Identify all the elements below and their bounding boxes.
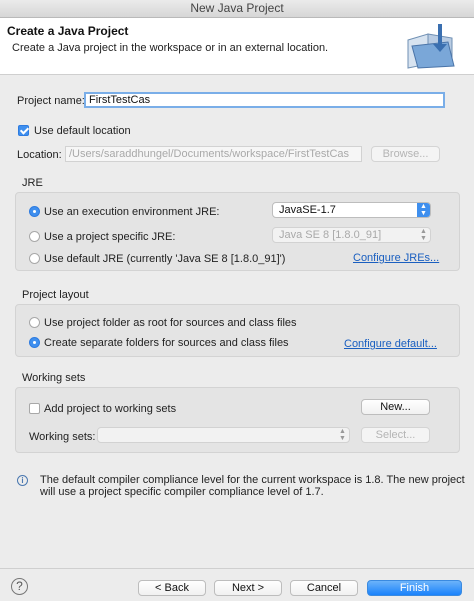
layout-root-folder-label: Use project folder as root for sources a… — [44, 317, 297, 329]
working-sets-group — [15, 387, 460, 453]
wizard-title: Create a Java Project — [7, 24, 129, 38]
configure-default-link[interactable]: Configure default... — [344, 338, 437, 350]
back-button[interactable]: < Back — [138, 580, 206, 596]
browse-button[interactable]: Browse... — [371, 146, 440, 162]
project-name-input[interactable]: FirstTestCas — [84, 92, 445, 108]
wizard-subtitle: Create a Java project in the workspace o… — [12, 42, 329, 54]
new-working-set-button[interactable]: New... — [361, 399, 430, 415]
jre-default-radio[interactable] — [29, 253, 40, 264]
java-project-wizard-icon — [402, 20, 462, 73]
working-sets-group-title: Working sets — [22, 372, 86, 384]
cancel-button[interactable]: Cancel — [290, 580, 358, 596]
layout-separate-folders-label: Create separate folders for sources and … — [44, 337, 289, 349]
jre-exec-env-label: Use an execution environment JRE: — [44, 206, 220, 218]
add-to-working-sets-checkbox[interactable] — [29, 403, 40, 414]
working-sets-label: Working sets: — [29, 431, 96, 443]
finish-button[interactable]: Finish — [367, 580, 462, 596]
select-stepper-icon: ▲ ▼ — [339, 428, 346, 442]
jre-project-specific-radio[interactable] — [29, 231, 40, 242]
use-default-location-label: Use default location — [34, 125, 131, 137]
select-stepper-icon: ▲ ▼ — [420, 228, 427, 242]
info-icon: i — [17, 475, 28, 486]
wizard-header: Create a Java Project Create a Java proj… — [0, 18, 474, 75]
project-jre-value: Java SE 8 [1.8.0_91] — [279, 229, 382, 241]
jre-exec-env-radio[interactable] — [29, 206, 40, 217]
help-icon[interactable]: ? — [11, 578, 28, 595]
location-input[interactable]: /Users/saraddhungel/Documents/workspace/… — [65, 146, 362, 162]
next-button[interactable]: Next > — [214, 580, 282, 596]
layout-separate-folders-radio[interactable] — [29, 337, 40, 348]
project-layout-group-title: Project layout — [22, 289, 89, 301]
select-working-sets-button[interactable]: Select... — [361, 427, 430, 443]
window-title: New Java Project — [190, 1, 284, 15]
use-default-location-checkbox[interactable] — [18, 125, 29, 136]
layout-root-folder-radio[interactable] — [29, 317, 40, 328]
project-name-label: Project name: — [17, 95, 85, 107]
jre-default-label: Use default JRE (currently 'Java SE 8 [1… — [44, 253, 286, 265]
select-stepper-icon: ▲ ▼ — [417, 203, 430, 217]
working-sets-select[interactable]: ▲ ▼ — [97, 427, 350, 443]
compliance-info-line-2: will use a project specific compiler com… — [40, 486, 324, 498]
execution-environment-select[interactable]: JavaSE-1.7 ▲ ▼ — [272, 202, 431, 218]
jre-project-specific-label: Use a project specific JRE: — [44, 231, 176, 243]
configure-jres-link[interactable]: Configure JREs... — [353, 252, 439, 264]
location-label: Location: — [17, 149, 62, 161]
footer-separator — [0, 568, 474, 569]
project-jre-select[interactable]: Java SE 8 [1.8.0_91] ▲ ▼ — [272, 227, 431, 243]
window-title-bar: New Java Project — [0, 0, 474, 18]
add-to-working-sets-label: Add project to working sets — [44, 403, 177, 415]
jre-group-title: JRE — [22, 177, 43, 189]
execution-environment-value: JavaSE-1.7 — [279, 204, 336, 216]
compliance-info-line-1: The default compiler compliance level fo… — [40, 474, 465, 486]
